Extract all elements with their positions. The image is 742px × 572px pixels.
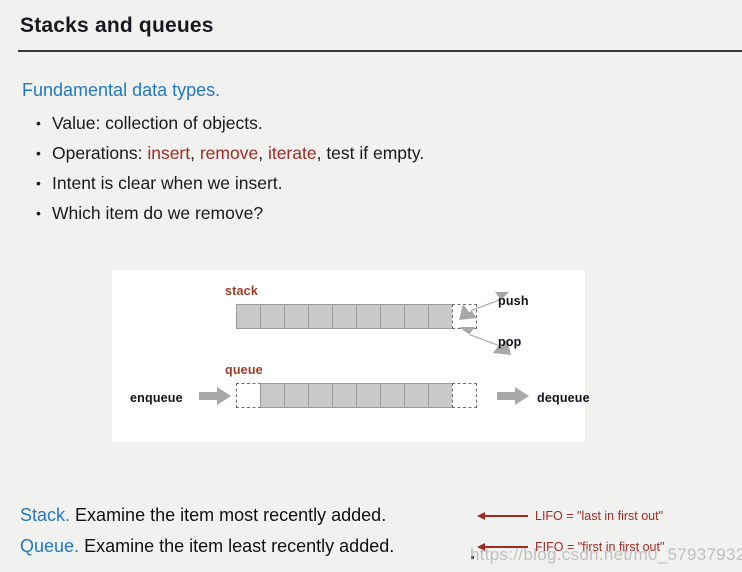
cell-filled xyxy=(428,304,453,329)
bullet-list: • Value: collection of objects. • Operatio… xyxy=(36,108,424,228)
list-item-label: Value: collection of objects. xyxy=(52,113,263,133)
bullet-marker-icon: • xyxy=(36,145,41,161)
cell-empty xyxy=(236,383,261,408)
cell-filled xyxy=(356,304,381,329)
list-item-label: Which item do we remove? xyxy=(52,203,264,223)
cell-filled xyxy=(284,304,309,329)
operations-suffix: , test if empty. xyxy=(316,143,425,163)
summary-queue-key: Queue. xyxy=(20,536,80,556)
cell-filled xyxy=(380,304,405,329)
operations-sep-2: , xyxy=(258,143,268,163)
cell-filled xyxy=(308,383,333,408)
enqueue-label: enqueue xyxy=(130,391,183,405)
list-item: • Operations: insert, remove, iterate, te… xyxy=(36,138,424,168)
dequeue-arrow-icon xyxy=(497,387,529,405)
section-lead-in: Fundamental data types. xyxy=(22,80,221,100)
list-item-label: Intent is clear when we insert. xyxy=(52,173,283,193)
stack-cells xyxy=(236,304,477,329)
push-label: push xyxy=(498,294,529,308)
operation-remove: remove xyxy=(199,143,259,163)
stray-mark xyxy=(471,556,474,559)
bullet-marker-icon: • xyxy=(36,175,41,191)
queue-cells xyxy=(236,383,477,408)
cell-filled xyxy=(284,383,309,408)
list-item: • Value: collection of objects. xyxy=(36,108,424,138)
cell-filled xyxy=(260,383,285,408)
operation-insert: insert xyxy=(147,143,191,163)
lifo-callout-arrow-icon xyxy=(477,512,528,520)
operations-sep-1: , xyxy=(190,143,200,163)
page-title: Stacks and queues xyxy=(20,14,214,37)
dequeue-label: dequeue xyxy=(537,391,590,405)
cell-filled xyxy=(260,304,285,329)
title-divider xyxy=(18,50,742,52)
pop-label: pop xyxy=(498,335,522,349)
stack-label: stack xyxy=(225,284,258,298)
list-item-label-operations: Operations: insert, remove, iterate, tes… xyxy=(52,143,424,163)
cell-empty xyxy=(452,383,477,408)
fifo-callout-arrow-icon xyxy=(477,543,528,551)
summary-stack-text: Examine the item most recently added. xyxy=(75,505,387,525)
cell-filled xyxy=(428,383,453,408)
summary-queue-text: Examine the item least recently added. xyxy=(84,536,395,556)
cell-filled xyxy=(332,304,357,329)
cell-filled xyxy=(308,304,333,329)
cell-filled xyxy=(380,383,405,408)
bullet-marker-icon: • xyxy=(36,115,41,131)
list-item: • Intent is clear when we insert. xyxy=(36,168,424,198)
lifo-annotation: LIFO = "last in first out" xyxy=(535,509,664,523)
enqueue-arrow-icon xyxy=(199,387,231,405)
summary-queue: Queue. Examine the item least recently a… xyxy=(20,536,394,557)
cell-filled xyxy=(404,304,429,329)
fifo-annotation: FIFO = "first in first out" xyxy=(535,540,665,554)
operations-prefix: Operations: xyxy=(52,143,148,163)
summary-stack: Stack. Examine the item most recently ad… xyxy=(20,505,386,526)
diagram-panel: stack push pop queue enqueue dequeue xyxy=(112,270,590,442)
cell-filled xyxy=(404,383,429,408)
bullet-marker-icon: • xyxy=(36,205,41,221)
operation-iterate: iterate xyxy=(267,143,317,163)
summary-stack-key: Stack. xyxy=(20,505,71,525)
cell-filled xyxy=(332,383,357,408)
list-item: • Which item do we remove? xyxy=(36,198,424,228)
queue-label: queue xyxy=(225,363,263,377)
cell-filled xyxy=(236,304,261,329)
cell-filled xyxy=(356,383,381,408)
